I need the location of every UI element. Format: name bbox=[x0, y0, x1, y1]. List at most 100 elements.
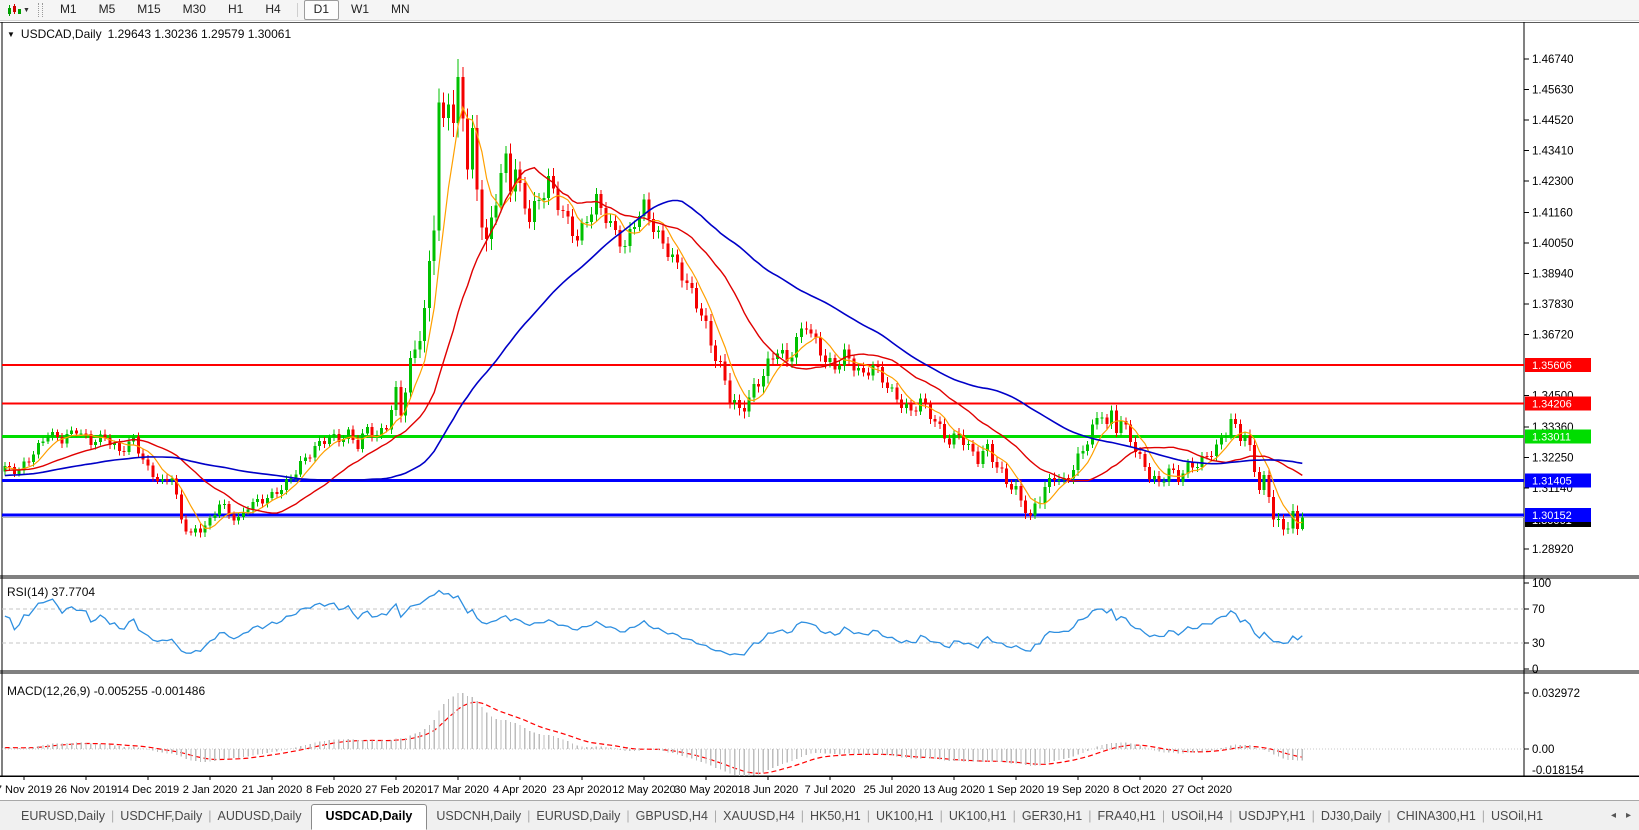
symbol-tab-usoil-h4[interactable]: USOil,H4 bbox=[1162, 806, 1232, 826]
macd-indicator-label: MACD(12,26,9) -0.005255 -0.001486 bbox=[7, 684, 205, 698]
svg-text:1.30152: 1.30152 bbox=[1532, 510, 1572, 522]
date-axis-label: 26 Nov 2019 bbox=[55, 784, 117, 796]
candlestick-chart-icon bbox=[7, 4, 21, 17]
symbol-tab-eurusd-daily[interactable]: EURUSD,Daily bbox=[12, 806, 114, 826]
tab-scroll-arrows: ◂ ▸ bbox=[1611, 810, 1639, 821]
date-axis-label: 8 Feb 2020 bbox=[306, 784, 362, 796]
macd-axis-tick-label: 0.032972 bbox=[1532, 688, 1580, 700]
level-price-badge[interactable]: 1.30152 bbox=[1525, 508, 1591, 522]
symbol-tab-dj30-daily[interactable]: DJ30,Daily bbox=[1312, 806, 1390, 826]
chart-type-icon[interactable]: ▼ bbox=[3, 1, 34, 19]
date-axis-label: 30 May 2020 bbox=[674, 784, 738, 796]
price-axis-tick-label: 1.36720 bbox=[1532, 329, 1574, 341]
symbol-tab-usdchf-daily[interactable]: USDCHF,Daily bbox=[111, 806, 211, 826]
rsi-axis-tick-label: 70 bbox=[1532, 604, 1545, 616]
timeframe-button-h1[interactable]: H1 bbox=[218, 0, 253, 20]
candlestick-series bbox=[3, 59, 1303, 537]
timeframe-button-m1[interactable]: M1 bbox=[50, 0, 87, 20]
timeframe-button-d1[interactable]: D1 bbox=[304, 0, 339, 20]
level-price-badge[interactable]: 1.35606 bbox=[1525, 358, 1591, 372]
date-axis-label: 8 Oct 2020 bbox=[1113, 784, 1167, 796]
ma-line-fast[interactable] bbox=[5, 107, 1302, 528]
date-axis-label: 13 Aug 2020 bbox=[923, 784, 985, 796]
chart-symbol-label: USDCAD,Daily bbox=[21, 27, 102, 41]
date-axis-label: 14 Dec 2019 bbox=[117, 784, 179, 796]
level-price-badge[interactable]: 1.33011 bbox=[1525, 429, 1591, 443]
svg-text:1.33011: 1.33011 bbox=[1532, 431, 1571, 443]
symbol-tab-hk50-h1[interactable]: HK50,H1 bbox=[801, 806, 870, 826]
price-axis-tick-label: 1.42300 bbox=[1532, 176, 1574, 188]
macd-axis-tick-label: 0.00 bbox=[1532, 744, 1554, 756]
svg-text:1.34206: 1.34206 bbox=[1532, 399, 1572, 411]
chart-ohlc-values: 1.29643 1.30236 1.29579 1.30061 bbox=[108, 27, 292, 41]
date-axis-label: 2 Jan 2020 bbox=[183, 784, 237, 796]
symbol-tab-fra40-h1[interactable]: FRA40,H1 bbox=[1089, 806, 1165, 826]
timeframe-button-m30[interactable]: M30 bbox=[173, 0, 216, 20]
symbol-tab-ger30-h1[interactable]: GER30,H1 bbox=[1013, 806, 1091, 826]
toolbar: ▼ M1M5M15M30H1H4 D1W1MN bbox=[0, 0, 1639, 21]
chart-canvas[interactable]: 1.46740 1.45630 1.44520 1.43410 1.42300 1.411… bbox=[0, 21, 1639, 800]
date-axis-label: 1 Sep 2020 bbox=[988, 784, 1044, 796]
svg-text:1.35606: 1.35606 bbox=[1532, 360, 1572, 372]
date-axis-label: 25 Jul 2020 bbox=[864, 784, 921, 796]
date-axis-label: 19 Sep 2020 bbox=[1047, 784, 1109, 796]
price-axis-tick-label: 1.45630 bbox=[1532, 84, 1574, 96]
timeframe-button-m15[interactable]: M15 bbox=[127, 0, 170, 20]
symbol-tab-uk100-h1[interactable]: UK100,H1 bbox=[867, 806, 943, 826]
macd-panel: 0.032972 0.00 -0.018154 bbox=[2, 688, 1584, 777]
macd-signal-line bbox=[5, 702, 1302, 773]
symbol-tab-usdjpy-h1[interactable]: USDJPY,H1 bbox=[1229, 806, 1314, 826]
chart-frame bbox=[0, 22, 1639, 776]
timeframe-button-w1[interactable]: W1 bbox=[341, 0, 379, 20]
timeframe-button-h4[interactable]: H4 bbox=[255, 0, 290, 20]
macd-axis-tick-label: -0.018154 bbox=[1532, 765, 1584, 777]
toolbar-drag-handle[interactable] bbox=[38, 3, 43, 17]
tab-scroll-left-icon[interactable]: ◂ bbox=[1611, 810, 1616, 821]
collapse-caret-icon[interactable]: ▼ bbox=[7, 30, 15, 39]
price-axis-tick-label: 1.37830 bbox=[1532, 299, 1574, 311]
macd-histogram bbox=[5, 693, 1302, 777]
price-axis-tick-label: 1.38940 bbox=[1532, 268, 1574, 280]
rsi-axis-tick-label: 0 bbox=[1532, 664, 1538, 676]
timeframe-button-mn[interactable]: MN bbox=[381, 0, 420, 20]
level-price-badge[interactable]: 1.31405 bbox=[1525, 474, 1591, 488]
price-axis-tick-label: 1.44520 bbox=[1532, 115, 1574, 127]
symbol-tab-bar: EURUSD,Daily|USDCHF,Daily|AUDUSD,DailyUS… bbox=[0, 800, 1639, 830]
price-axis-tick-label: 1.40050 bbox=[1532, 238, 1574, 250]
date-axis-label: 27 Oct 2020 bbox=[1172, 784, 1232, 796]
rsi-panel: 10070300 bbox=[2, 578, 1551, 676]
date-axis-label: 18 Jun 2020 bbox=[738, 784, 799, 796]
symbol-tab-gbpusd-h4[interactable]: GBPUSD,H4 bbox=[627, 806, 717, 826]
toolbar-separator bbox=[297, 3, 298, 17]
date-axis-label: 12 May 2020 bbox=[612, 784, 676, 796]
rsi-indicator-label: RSI(14) 37.7704 bbox=[7, 585, 95, 599]
chart-title: ▼ USDCAD,Daily 1.29643 1.30236 1.29579 1… bbox=[7, 27, 291, 41]
date-axis-label: 27 Feb 2020 bbox=[365, 784, 427, 796]
price-axis-tick-label: 1.28920 bbox=[1532, 544, 1574, 556]
timeframe-button-m5[interactable]: M5 bbox=[89, 0, 126, 20]
chevron-down-icon[interactable]: ▼ bbox=[23, 7, 30, 14]
price-axis-tick-label: 1.43410 bbox=[1532, 145, 1574, 157]
rsi-axis-tick-label: 30 bbox=[1532, 638, 1545, 650]
symbol-tab-xauusd-h4[interactable]: XAUUSD,H4 bbox=[714, 806, 804, 826]
symbol-tab-audusd-daily[interactable]: AUDUSD,Daily bbox=[209, 806, 311, 826]
date-axis-label: 7 Nov 2019 bbox=[0, 784, 52, 796]
price-axis-tick-label: 1.46740 bbox=[1532, 54, 1574, 66]
chart-window[interactable]: 1.46740 1.45630 1.44520 1.43410 1.42300 1.411… bbox=[0, 21, 1639, 800]
symbol-tab-china300-h1[interactable]: CHINA300,H1 bbox=[1388, 806, 1485, 826]
ma-line-slow[interactable] bbox=[5, 201, 1302, 481]
tab-scroll-right-icon[interactable]: ▸ bbox=[1626, 810, 1631, 821]
symbol-tab-eurusd-daily[interactable]: EURUSD,Daily bbox=[527, 806, 629, 826]
symbol-tab-uk100-h1[interactable]: UK100,H1 bbox=[940, 806, 1016, 826]
level-price-badge[interactable]: 1.34206 bbox=[1525, 397, 1591, 411]
date-axis[interactable]: 7 Nov 201926 Nov 201914 Dec 2019 2 Jan 20… bbox=[0, 776, 1232, 796]
symbol-tab-usoil-h1[interactable]: USOil,H1 bbox=[1482, 806, 1552, 826]
date-axis-label: 17 Mar 2020 bbox=[427, 784, 489, 796]
price-axis-tick-label: 1.41160 bbox=[1532, 207, 1573, 219]
symbol-tab-usdcnh-daily[interactable]: USDCNH,Daily bbox=[427, 806, 530, 826]
date-axis-label: 7 Jul 2020 bbox=[805, 784, 856, 796]
date-axis-label: 4 Apr 2020 bbox=[493, 784, 546, 796]
symbol-tab-usdcad-daily[interactable]: USDCAD,Daily bbox=[311, 804, 428, 830]
price-axis-tick-label: 1.32250 bbox=[1532, 452, 1574, 464]
rsi-line bbox=[5, 591, 1302, 655]
